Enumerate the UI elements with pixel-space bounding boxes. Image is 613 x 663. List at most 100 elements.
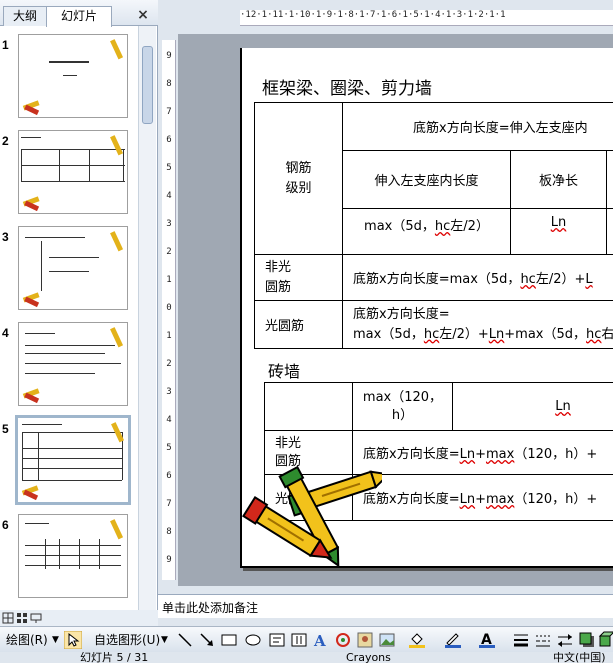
toolbar-strip bbox=[158, 0, 613, 10]
slide-panel: 大纲 幻灯片 × 1 2 3 4 5 6 bbox=[0, 0, 158, 610]
thumbnail-number: 4 bbox=[2, 326, 9, 340]
thumbnail-list: 1 2 3 4 5 6 bbox=[0, 26, 138, 610]
rectangle-icon[interactable] bbox=[220, 631, 238, 649]
thumbnail-row[interactable]: 6 bbox=[0, 514, 138, 604]
thumbnail-row[interactable]: 1 bbox=[0, 34, 138, 124]
notes-pane[interactable]: 单击此处添加备注 bbox=[158, 594, 613, 618]
dash-style-icon[interactable] bbox=[534, 631, 552, 649]
slide-thumbnail-selected[interactable] bbox=[15, 415, 131, 505]
ruler-mark: 9 bbox=[166, 51, 172, 61]
cell-round-formula: 底筋x方向长度=Ln+max（120，h）+ bbox=[352, 474, 613, 521]
crayon-icon bbox=[110, 327, 124, 348]
cell-empty bbox=[606, 208, 613, 255]
brick-wall-heading[interactable]: 砖墙 bbox=[268, 358, 300, 382]
thumbnail-number: 1 bbox=[2, 38, 9, 52]
header-ln: Ln bbox=[452, 382, 613, 431]
horizontal-ruler: ·12·1·11·1·10·1·9·1·8·1·7·1·6·1·5·1·4·1·… bbox=[240, 10, 613, 26]
thumbnail-number: 2 bbox=[2, 134, 9, 148]
thumbnail-row-selected[interactable]: 5 bbox=[0, 415, 138, 508]
pointer-icon[interactable] bbox=[64, 631, 82, 649]
ruler-mark: 6 bbox=[166, 135, 172, 145]
font-color-icon[interactable]: A bbox=[478, 631, 496, 649]
slide-thumbnail[interactable] bbox=[18, 130, 128, 214]
crayons-icon bbox=[22, 100, 40, 116]
picture-icon[interactable] bbox=[378, 631, 396, 649]
crayons-icon bbox=[22, 388, 40, 404]
ruler-mark: 2 bbox=[166, 359, 172, 369]
ruler-mark: 9 bbox=[166, 555, 172, 565]
chevron-down-icon[interactable]: ▼ bbox=[52, 631, 59, 649]
slide-thumbnail[interactable] bbox=[18, 226, 128, 310]
crayon-icon bbox=[110, 519, 124, 540]
vertical-ruler: 9 8 7 6 5 4 3 2 1 0 1 2 3 4 5 6 7 8 9 bbox=[162, 40, 176, 580]
header-left-length: 伸入左支座内长度 bbox=[342, 150, 511, 209]
tab-outline[interactable]: 大纲 bbox=[3, 6, 47, 26]
slide-title[interactable]: 框架梁、圈梁、剪力墙 bbox=[262, 74, 432, 99]
shadow-icon[interactable] bbox=[578, 631, 596, 649]
cell-non-round-formula: 底筋x方向长度=max（5d，hc左/2）+L bbox=[342, 254, 613, 301]
fill-color-icon[interactable] bbox=[408, 631, 426, 649]
header-empty bbox=[606, 150, 613, 209]
thumbnail-row[interactable]: 2 bbox=[0, 130, 138, 220]
crayon-icon bbox=[110, 135, 124, 156]
ruler-mark: 5 bbox=[166, 443, 172, 453]
ruler-mark: 6 bbox=[166, 471, 172, 481]
crayons-icon bbox=[21, 485, 39, 501]
slide-thumbnail[interactable] bbox=[18, 514, 128, 598]
thumbnail-number: 5 bbox=[2, 422, 9, 436]
diagram-icon[interactable] bbox=[334, 631, 352, 649]
thumbnail-row[interactable]: 4 bbox=[0, 322, 138, 412]
cell-round-formula: 底筋x方向长度=max（5d，hc左/2）+Ln+max（5d，hc右 bbox=[342, 300, 613, 349]
slideshow-view-icon[interactable] bbox=[30, 612, 42, 624]
autoshapes-menu[interactable]: 自选图形(U) bbox=[94, 631, 160, 649]
row-label-round: 光圆筋 bbox=[254, 300, 343, 349]
rebar-table-frame[interactable]: 钢筋 级别 底筋x方向长度=伸入左支座内 伸入左支座内长度 板净长 max（5d… bbox=[254, 102, 613, 349]
header-rebar-grade: 钢筋 级别 bbox=[254, 102, 343, 255]
vertical-textbox-icon[interactable] bbox=[290, 631, 308, 649]
textbox-icon[interactable] bbox=[268, 631, 286, 649]
ruler-mark: 3 bbox=[166, 387, 172, 397]
panel-tabs: 大纲 幻灯片 × bbox=[0, 0, 158, 27]
slide-thumbnail[interactable] bbox=[18, 34, 128, 118]
svg-text:A: A bbox=[313, 632, 326, 649]
3d-icon[interactable] bbox=[598, 631, 613, 649]
drawing-toolbar: 绘图(R) ▼ 自选图形(U) ▼ A A bbox=[0, 626, 613, 652]
crayon-icon bbox=[111, 422, 125, 443]
ruler-mark: 7 bbox=[166, 107, 172, 117]
slide[interactable]: 框架梁、圈梁、剪力墙 钢筋 级别 底筋x方向长度=伸入左支座内 伸入左支座内长度… bbox=[240, 48, 613, 568]
slide-thumbnail[interactable] bbox=[18, 322, 128, 406]
tab-slides[interactable]: 幻灯片 bbox=[46, 6, 112, 27]
ruler-mark: 5 bbox=[166, 163, 172, 173]
ruler-mark: 4 bbox=[166, 415, 172, 425]
arrow-icon[interactable] bbox=[198, 631, 216, 649]
cell-non-round-formula: 底筋x方向长度=Ln+max（120，h）+ bbox=[352, 430, 613, 475]
normal-view-icon[interactable] bbox=[2, 612, 14, 624]
arrow-style-icon[interactable] bbox=[556, 631, 574, 649]
crayon-icon bbox=[110, 39, 124, 60]
slide-counter: 幻灯片 5 / 31 bbox=[80, 652, 149, 663]
oval-icon[interactable] bbox=[244, 631, 262, 649]
line-style-icon[interactable] bbox=[512, 631, 530, 649]
close-icon[interactable]: × bbox=[134, 6, 152, 24]
scrollbar-thumb[interactable] bbox=[142, 46, 153, 124]
crayons-icon bbox=[22, 292, 40, 308]
ruler-mark: 1 bbox=[166, 275, 172, 285]
thumbnail-scrollbar[interactable] bbox=[138, 26, 156, 610]
line-icon[interactable] bbox=[176, 631, 194, 649]
draw-menu[interactable]: 绘图(R) bbox=[6, 631, 48, 649]
thumbnail-row[interactable]: 3 bbox=[0, 226, 138, 316]
language: 中文(中国) bbox=[553, 652, 606, 663]
thumbnail-number: 6 bbox=[2, 518, 9, 532]
ruler-mark: 2 bbox=[166, 247, 172, 257]
line-color-icon[interactable] bbox=[444, 631, 462, 649]
sorter-view-icon[interactable] bbox=[16, 612, 28, 624]
chevron-down-icon[interactable]: ▼ bbox=[161, 631, 168, 649]
clipart-icon[interactable] bbox=[356, 631, 374, 649]
ruler-mark: 8 bbox=[166, 79, 172, 89]
header-clear-length: 板净长 bbox=[510, 150, 607, 209]
wordart-icon[interactable]: A bbox=[312, 631, 330, 649]
notes-placeholder[interactable]: 单击此处添加备注 bbox=[162, 599, 258, 616]
cell-max-formula: max（5d，hc左/2） bbox=[342, 208, 511, 255]
ruler-mark: 3 bbox=[166, 219, 172, 229]
crayons-clipart[interactable] bbox=[242, 466, 382, 566]
